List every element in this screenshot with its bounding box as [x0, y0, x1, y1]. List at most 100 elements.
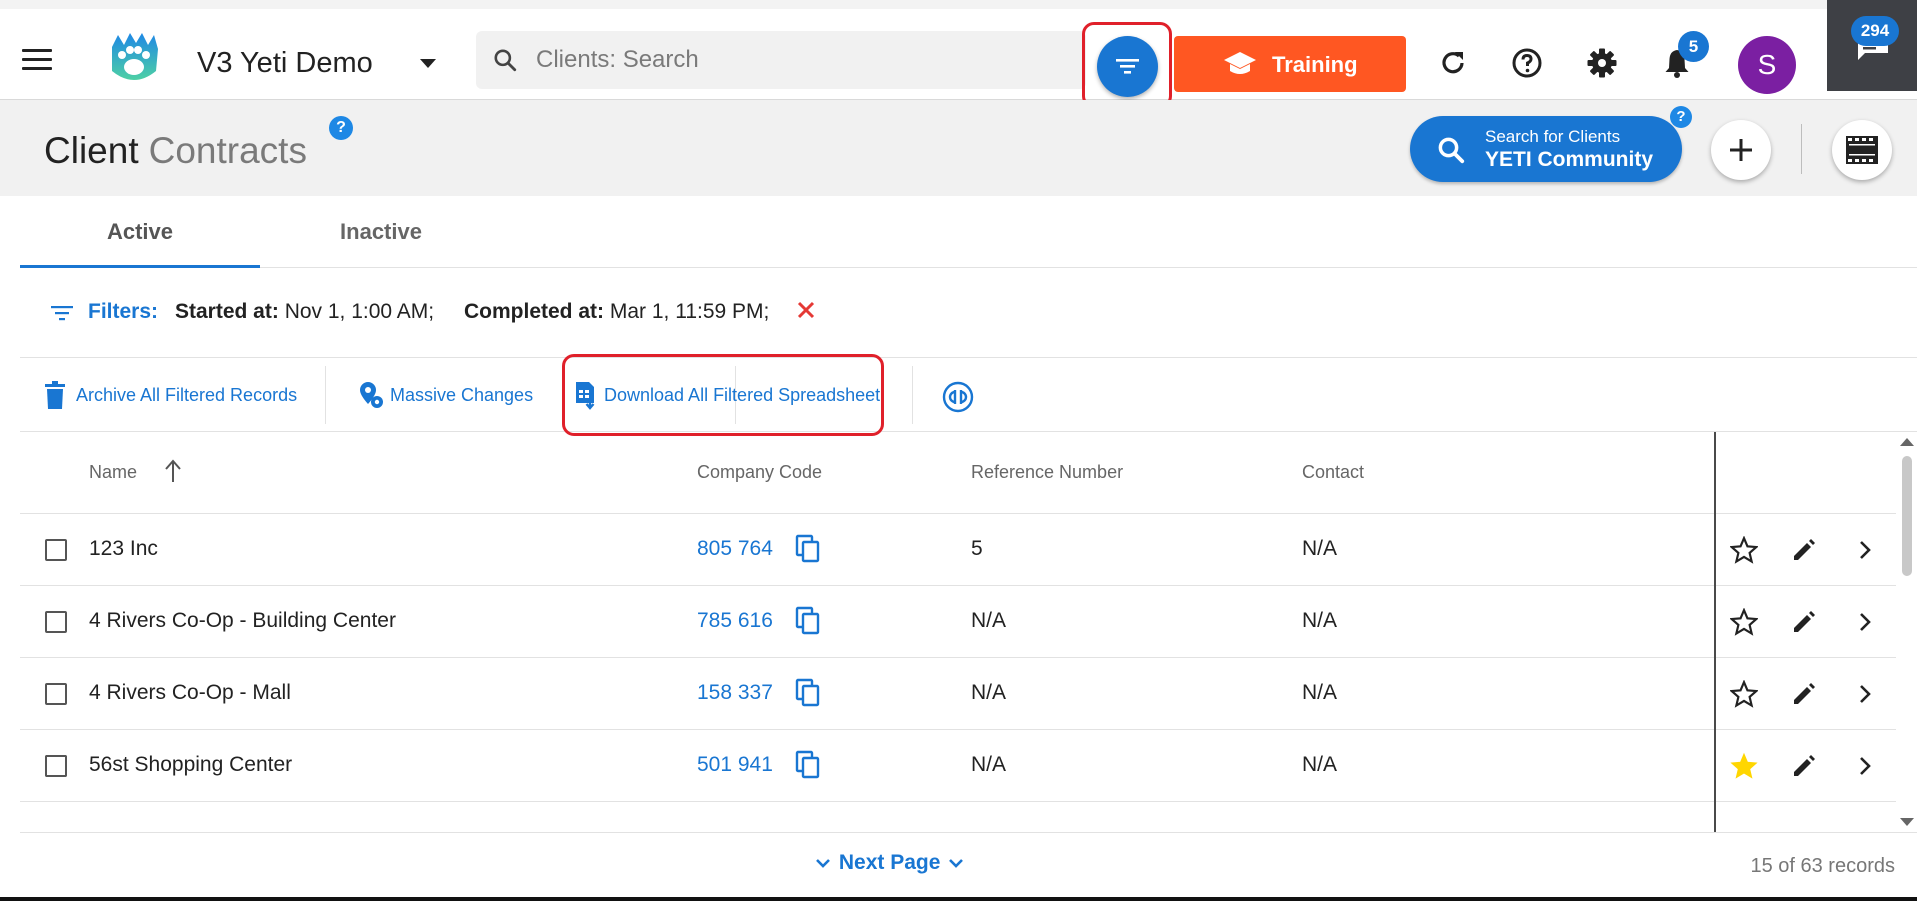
search-icon: [1438, 137, 1465, 164]
film-strip-icon: [1846, 136, 1878, 164]
row-checkbox[interactable]: [45, 611, 67, 633]
table-footer: Next Page 15 of 63 records: [20, 832, 1917, 901]
filter-started-label: Started at:: [175, 300, 279, 323]
training-label: Training: [1272, 52, 1358, 77]
chevron-down-icon: [816, 859, 830, 869]
community-help-icon[interactable]: ?: [1670, 106, 1692, 128]
edit-pencil-icon[interactable]: [1790, 680, 1818, 708]
download-button-highlight: [562, 354, 884, 436]
chevron-down-icon: [949, 859, 964, 869]
filter-completed: Completed at: Mar 1, 11:59 PM;: [464, 300, 769, 324]
chevron-right-icon[interactable]: [1853, 680, 1877, 708]
table-scrollbar[interactable]: [1896, 432, 1917, 832]
column-header-company-code[interactable]: Company Code: [697, 462, 822, 483]
scroll-down-arrow-icon[interactable]: [1900, 818, 1914, 826]
reference-number: N/A: [971, 609, 1007, 632]
tab-inactive[interactable]: Inactive: [261, 196, 501, 268]
action-divider: [325, 366, 326, 424]
table-row[interactable]: 4 Rivers Co-Op - Mall 158 337 N/A N/A: [20, 658, 1917, 730]
menu-icon[interactable]: [22, 49, 52, 71]
column-header-reference-number[interactable]: Reference Number: [971, 462, 1123, 483]
table-header: Name Company Code Reference Number Conta…: [20, 432, 1917, 514]
chevron-right-icon[interactable]: [1853, 608, 1877, 636]
trash-icon: [45, 381, 65, 409]
quickbooks-button[interactable]: [942, 358, 982, 432]
copy-icon[interactable]: [795, 534, 821, 564]
refresh-icon[interactable]: [1437, 47, 1469, 79]
page-help-icon[interactable]: ?: [329, 116, 353, 140]
edit-pencil-icon[interactable]: [1790, 608, 1818, 636]
star-outline-icon[interactable]: [1730, 608, 1758, 636]
community-button-title: YETI Community: [1485, 148, 1654, 171]
org-name[interactable]: V3 Yeti Demo: [197, 47, 373, 80]
table-row-partial: [20, 730, 1917, 832]
page-title: Client Contracts: [44, 130, 307, 172]
scroll-up-arrow-icon[interactable]: [1900, 438, 1914, 446]
yeti-community-search-button[interactable]: Search for Clients YETI Community: [1410, 116, 1682, 182]
location-gear-icon: [360, 382, 383, 408]
row-checkbox[interactable]: [45, 683, 67, 705]
search-input[interactable]: [536, 31, 1076, 89]
star-outline-icon[interactable]: [1730, 536, 1758, 564]
client-search[interactable]: [476, 31, 1086, 89]
clear-filters-icon[interactable]: [795, 299, 817, 321]
tab-active[interactable]: Active: [20, 196, 260, 268]
chat-count-badge: 294: [1851, 16, 1899, 46]
edit-pencil-icon[interactable]: [1790, 536, 1818, 564]
page-title-main: Client: [44, 130, 139, 171]
filter-button[interactable]: [1097, 36, 1158, 97]
bulk-actions-bar: Archive All Filtered Records Massive Cha…: [20, 358, 1917, 432]
contact: N/A: [1302, 609, 1338, 632]
contracts-card: Active Inactive Filters: Started at: Nov…: [20, 196, 1917, 901]
top-bar: V3 Yeti Demo Training 5 S: [0, 0, 1917, 108]
next-page-button[interactable]: Next Page: [813, 851, 966, 875]
plus-icon: [1730, 139, 1752, 161]
header-divider: [1801, 124, 1802, 174]
help-icon[interactable]: [1511, 47, 1543, 79]
archive-all-label: Archive All Filtered Records: [76, 385, 298, 405]
community-button-caption: Search for Clients: [1485, 127, 1621, 146]
scroll-thumb[interactable]: [1902, 456, 1912, 576]
training-button[interactable]: Training: [1174, 36, 1406, 92]
filters-label: Filters:: [88, 300, 159, 323]
company-code-link[interactable]: 805 764: [697, 537, 773, 561]
yeti-paw-logo: [112, 33, 158, 80]
client-name[interactable]: 4 Rivers Co-Op - Mall: [89, 681, 291, 705]
column-header-contact[interactable]: Contact: [1302, 462, 1364, 483]
notification-count-badge: 5: [1678, 31, 1709, 62]
row-checkbox[interactable]: [45, 539, 67, 561]
contracts-table: Name Company Code Reference Number Conta…: [20, 432, 1917, 832]
video-tutorial-button[interactable]: [1832, 120, 1892, 180]
filter-started-value: Nov 1, 1:00 AM;: [284, 300, 435, 323]
frozen-column-divider: [1714, 432, 1716, 832]
status-tabs: Active Inactive: [20, 196, 1917, 268]
star-outline-icon[interactable]: [1730, 680, 1758, 708]
chevron-right-icon[interactable]: [1853, 536, 1877, 564]
table-row[interactable]: 123 Inc 805 764 5 N/A: [20, 514, 1917, 586]
org-dropdown-icon[interactable]: [420, 59, 436, 68]
company-code-link[interactable]: 785 616: [697, 609, 773, 633]
user-avatar[interactable]: S: [1738, 36, 1796, 94]
client-name[interactable]: 4 Rivers Co-Op - Building Center: [89, 609, 396, 633]
add-button[interactable]: [1711, 120, 1771, 180]
company-code-link[interactable]: 158 337: [697, 681, 773, 705]
next-page-label: Next Page: [838, 851, 941, 874]
sort-ascending-icon[interactable]: [163, 458, 183, 484]
column-header-name[interactable]: Name: [89, 462, 137, 483]
window-bottom-edge: [0, 897, 1917, 901]
archive-all-button[interactable]: Archive All Filtered Records: [44, 358, 324, 432]
action-divider: [912, 366, 913, 424]
settings-gear-icon[interactable]: [1586, 47, 1618, 79]
search-icon: [494, 49, 517, 72]
massive-changes-label: Massive Changes: [390, 385, 534, 405]
row-checkbox[interactable]: [45, 755, 67, 777]
copy-icon[interactable]: [795, 678, 821, 708]
contact: N/A: [1302, 537, 1338, 560]
app-root: V3 Yeti Demo Training 5 S 294 ClientCont…: [0, 0, 1917, 901]
table-row[interactable]: 4 Rivers Co-Op - Building Center 785 616 N…: [20, 586, 1917, 658]
page-title-sub: Contracts: [148, 130, 307, 171]
filter-completed-label: Completed at:: [464, 300, 605, 323]
massive-changes-button[interactable]: Massive Changes: [358, 358, 548, 432]
copy-icon[interactable]: [795, 606, 821, 636]
client-name[interactable]: 123 Inc: [89, 537, 158, 561]
